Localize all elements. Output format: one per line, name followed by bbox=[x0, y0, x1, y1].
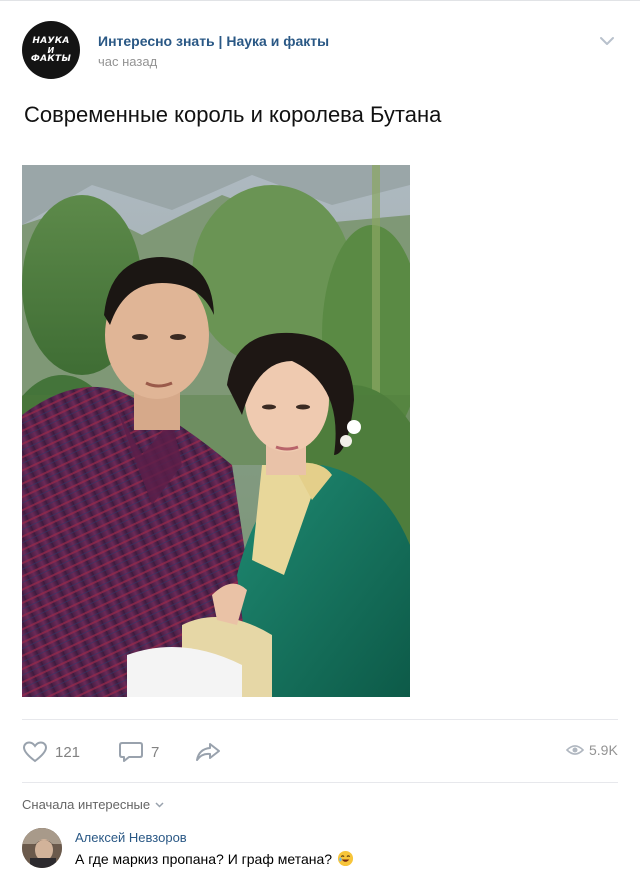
like-button[interactable]: 121 bbox=[22, 739, 80, 765]
comment-text: А где маркиз пропана? И граф метана? bbox=[75, 850, 354, 867]
comment-body: А где маркиз пропана? И граф метана? bbox=[75, 850, 333, 867]
comment-icon bbox=[119, 742, 143, 762]
post-photo[interactable] bbox=[22, 165, 410, 697]
avatar-line-1: НАУКА bbox=[32, 35, 70, 46]
like-count: 121 bbox=[55, 743, 81, 761]
post-title: Современные король и королева Бутана bbox=[24, 102, 442, 127]
comments-sort-dropdown[interactable]: Сначала интересные bbox=[22, 797, 164, 812]
share-icon bbox=[196, 743, 220, 761]
comment-button[interactable]: 7 bbox=[118, 739, 159, 765]
avatar-line-3: ФАКТЫ bbox=[30, 53, 72, 64]
sort-label: Сначала интересные bbox=[22, 797, 151, 812]
share-button[interactable] bbox=[194, 739, 222, 765]
group-name-link[interactable]: Интересно знать | Наука и факты bbox=[98, 33, 329, 49]
eye-icon bbox=[566, 745, 584, 755]
views-count: 5.9K bbox=[589, 742, 618, 758]
chevron-down-icon bbox=[155, 801, 164, 808]
laughing-emoji-icon bbox=[337, 850, 354, 867]
comment-count: 7 bbox=[151, 743, 160, 761]
views-counter: 5.9K bbox=[566, 742, 618, 758]
chevron-down-icon[interactable] bbox=[598, 35, 616, 47]
post-time[interactable]: час назад bbox=[98, 54, 157, 69]
group-avatar[interactable]: НАУКА И ФАКТЫ bbox=[22, 21, 80, 79]
divider bbox=[22, 782, 618, 783]
post-card: НАУКА И ФАКТЫ Интересно знать | Наука и … bbox=[0, 0, 640, 876]
heart-icon bbox=[22, 741, 48, 763]
divider bbox=[22, 719, 618, 720]
avatar[interactable] bbox=[22, 828, 62, 868]
comment-author-link[interactable]: Алексей Невзоров bbox=[75, 830, 187, 845]
